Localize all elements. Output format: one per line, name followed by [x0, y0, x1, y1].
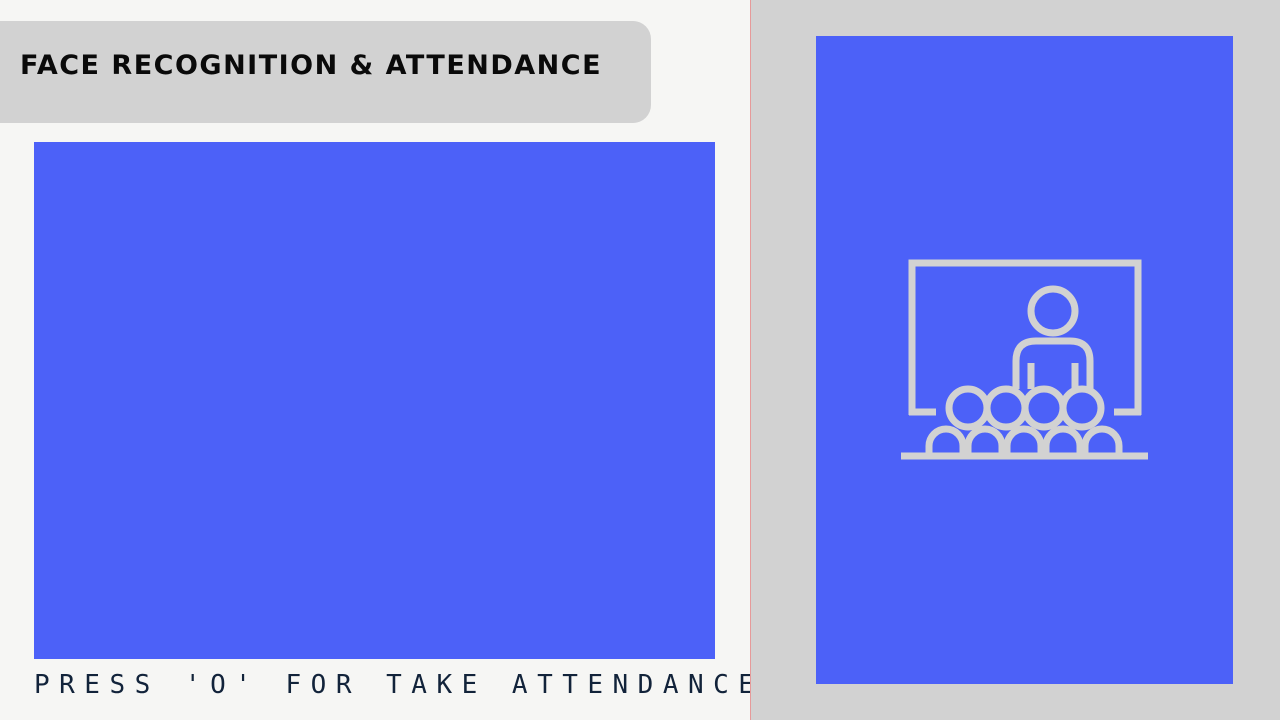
- attendance-hint: PRESS 'O' FOR TAKE ATTENDANCE: [34, 670, 764, 700]
- main-panel: FACE RECOGNITION & ATTENDANCE PRESS 'O' …: [0, 0, 764, 720]
- camera-feed: [34, 142, 715, 659]
- classroom-icon: [901, 259, 1148, 460]
- app-title: FACE RECOGNITION & ATTENDANCE: [20, 50, 603, 81]
